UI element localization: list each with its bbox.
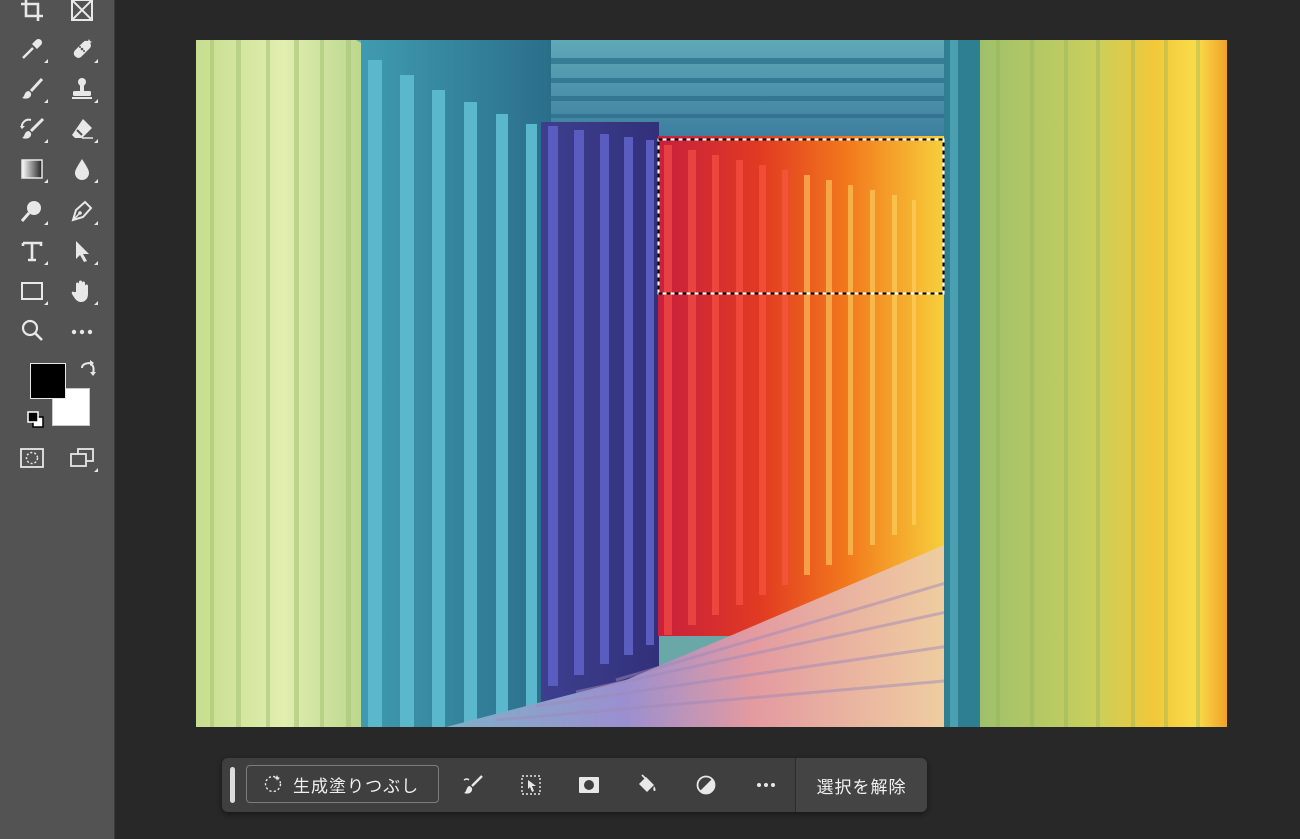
history-brush-icon [20, 117, 45, 139]
crop-icon [21, 0, 43, 21]
edit-toolbar[interactable] [66, 315, 98, 347]
document-canvas[interactable] [196, 40, 1227, 727]
refine-brush-icon [463, 775, 483, 794]
frame-tool[interactable] [66, 0, 98, 26]
dodge-tool[interactable] [16, 195, 48, 227]
frame-icon [71, 0, 93, 21]
marquee-selection[interactable] [196, 40, 1227, 727]
tools-panel [0, 0, 115, 839]
generative-fill-button[interactable]: 生成塗りつぶし [246, 765, 439, 803]
foreground-color-swatch[interactable] [30, 363, 66, 399]
spot-healing-tool[interactable] [66, 33, 98, 65]
zoom-tool[interactable] [16, 315, 48, 347]
fill-button[interactable] [633, 771, 661, 799]
clone-stamp-tool[interactable] [66, 73, 98, 105]
path-selection-tool[interactable] [66, 235, 98, 267]
deselect-button[interactable]: 選択を解除 [796, 758, 927, 812]
brush-tool[interactable] [16, 73, 48, 105]
pen-tool[interactable] [66, 195, 98, 227]
mask-button[interactable] [575, 771, 603, 799]
type-icon [21, 241, 43, 262]
drop-icon [75, 159, 89, 180]
rectangle-tool[interactable] [16, 275, 48, 307]
taskbar-drag-handle[interactable] [230, 767, 235, 803]
screen-mode[interactable] [66, 442, 98, 474]
gradient-icon [21, 159, 43, 179]
more-icon [71, 329, 93, 335]
brush-icon [22, 77, 44, 99]
type-tool[interactable] [16, 235, 48, 267]
refine-brush-button[interactable] [459, 771, 487, 799]
eyedropper-tool[interactable] [16, 33, 48, 65]
adjustment-button[interactable] [692, 771, 720, 799]
bandage-icon [73, 39, 92, 58]
eraser-tool[interactable] [66, 113, 98, 145]
contextual-task-bar: 生成塗りつぶし 選択を解除 [222, 758, 927, 812]
select-subject-icon [521, 775, 541, 795]
mask-icon [579, 777, 599, 793]
default-colors-icon[interactable] [26, 410, 46, 430]
hand-icon [71, 280, 88, 302]
stamp-icon [72, 78, 92, 99]
quick-mask-mode[interactable] [16, 442, 48, 474]
generative-fill-icon [264, 775, 282, 793]
blur-tool[interactable] [66, 153, 98, 185]
more-icon [757, 783, 775, 787]
crop-tool[interactable] [16, 0, 48, 26]
hand-tool[interactable] [66, 275, 98, 307]
generative-fill-label: 生成塗りつぶし [293, 776, 420, 797]
rectangle-icon [21, 282, 43, 300]
history-brush-tool[interactable] [16, 113, 48, 145]
eraser-icon [72, 119, 93, 139]
gradient-tool[interactable] [16, 153, 48, 185]
arrow-icon [76, 241, 89, 262]
screen-mode-icon [70, 448, 94, 467]
dodge-icon [20, 201, 41, 222]
eyedropper-icon [22, 38, 43, 59]
adjustment-icon [696, 775, 716, 795]
swap-colors-icon[interactable] [78, 360, 98, 380]
fill-bucket-icon [639, 774, 656, 792]
quick-mask-icon [20, 448, 44, 468]
select-subject-button[interactable] [517, 771, 545, 799]
more-options-button[interactable] [752, 771, 780, 799]
pen-icon [71, 200, 93, 222]
magnifier-icon [21, 319, 43, 341]
